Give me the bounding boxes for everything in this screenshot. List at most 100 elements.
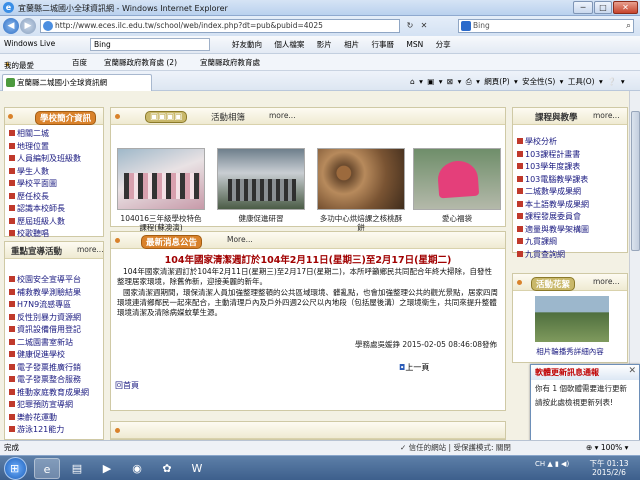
- list-item[interactable]: 地理位置: [9, 141, 81, 154]
- more-link[interactable]: More...: [227, 235, 253, 244]
- list-item[interactable]: 人員編制及班級數: [9, 153, 81, 166]
- promotion-list: 校園安全宣導平台 補救教學測驗結果 H7N9流感專區 反性別暴力資源網 資訊設備借用登記…: [9, 274, 89, 437]
- more-link[interactable]: more...: [77, 245, 104, 254]
- list-item-label: 認識本校師長: [17, 204, 65, 213]
- forward-button[interactable]: ▶: [20, 18, 36, 34]
- list-item[interactable]: 資訊設備借用登記: [9, 324, 89, 337]
- list-item[interactable]: H7N9流感專區: [9, 299, 89, 312]
- gallery-item[interactable]: 健康促進研習: [217, 148, 305, 223]
- url-input[interactable]: http://www.eces.ilc.edu.tw/school/web/in…: [40, 19, 400, 33]
- prev-page-link[interactable]: ◘上一頁: [399, 362, 429, 373]
- gallery-item[interactable]: 愛心福袋: [413, 148, 501, 223]
- list-item[interactable]: 樂齡花運動: [9, 412, 89, 425]
- security-zone[interactable]: ✓ 信任的網站 | 受保護模式: 關閉: [400, 441, 511, 454]
- more-link[interactable]: more...: [593, 277, 620, 286]
- zoom-control[interactable]: ⊕ ▾ 100% ▾: [586, 441, 628, 454]
- gallery-item[interactable]: 104016三年級學校特色課程(蘇澳演): [117, 148, 205, 232]
- list-item[interactable]: 推動家庭教育成果網: [9, 387, 89, 400]
- windows-live-brand[interactable]: Windows Live: [4, 39, 55, 48]
- activity-caption[interactable]: 相片輪播秀詳細內容: [513, 346, 627, 357]
- list-item[interactable]: 二城數學成果網: [517, 186, 589, 199]
- stop-icon[interactable]: ✕: [418, 20, 430, 32]
- gallery-item[interactable]: 多功中心烘焙課之核桃酥餅: [317, 148, 405, 232]
- list-item[interactable]: 電子發票整合服務: [9, 374, 89, 387]
- list-item[interactable]: 課程發展委員會: [517, 211, 589, 224]
- taskbar-app-icon[interactable]: ✿: [154, 458, 180, 479]
- list-item[interactable]: 二城園書室新站: [9, 337, 89, 350]
- gallery-caption: 健康促進研習: [238, 214, 284, 223]
- bullet-icon: [9, 230, 15, 236]
- start-button[interactable]: ⊞: [4, 457, 27, 480]
- more-link[interactable]: more...: [593, 111, 620, 120]
- news-tab[interactable]: 最新消息公告: [141, 235, 203, 249]
- back-button[interactable]: ◀: [3, 18, 19, 34]
- notification-close-icon[interactable]: ✕: [628, 366, 636, 376]
- list-item[interactable]: 學校平面圖: [9, 178, 81, 191]
- clock[interactable]: 下午 01:13 2015/2/6: [586, 459, 632, 477]
- list-item[interactable]: 本土語教學成果網: [517, 199, 589, 212]
- refresh-icon[interactable]: ↻: [404, 20, 416, 32]
- bullet-icon: [9, 338, 15, 345]
- activity-photo[interactable]: [535, 296, 609, 342]
- notification-link[interactable]: 請按此處檢視更新列表!: [531, 394, 639, 408]
- list-item[interactable]: 反性別暴力資源網: [9, 312, 89, 325]
- live-menu[interactable]: 好友動向 個人檔案 影片 相片 行事曆 MSN 分享: [232, 39, 451, 50]
- list-item[interactable]: 相關二城: [9, 128, 81, 141]
- fav-baidu[interactable]: 百度: [72, 57, 87, 68]
- list-item[interactable]: 游泳121能力: [9, 424, 89, 437]
- list-item-label: 九貫查詢網: [525, 249, 565, 259]
- list-item-label: 健康促進學校: [17, 350, 65, 359]
- news-paragraph: 104年國家清潔週訂於104年2月11日(星期三)至2月17日(星期二)，本所呼…: [117, 267, 492, 286]
- list-item-label: 適量與教學架構圖: [525, 224, 589, 234]
- tab-current[interactable]: 宜蘭縣二城國小全球資訊網: [2, 74, 152, 91]
- bullet-icon: [9, 388, 15, 395]
- list-item[interactable]: 健康促進學校: [9, 349, 89, 362]
- taskbar-ie-icon[interactable]: e: [34, 458, 60, 479]
- list-item[interactable]: 補救教學測驗結果: [9, 287, 89, 300]
- list-item-label: 反性別暴力資源網: [17, 312, 81, 322]
- status-bar: 完成 ✓ 信任的網站 | 受保護模式: 關閉 ⊕ ▾ 100% ▾: [0, 440, 640, 455]
- list-item[interactable]: 校園安全宣導平台: [9, 274, 89, 287]
- search-icon[interactable]: ⌕: [626, 20, 631, 32]
- list-item-label: 電子發票整合服務: [17, 375, 81, 384]
- taskbar-word-icon[interactable]: W: [184, 458, 210, 479]
- fav-link-2[interactable]: 宜蘭縣政府教育處: [200, 57, 260, 68]
- list-item[interactable]: 適量與教學架構圖: [517, 224, 589, 237]
- list-item[interactable]: 103學年度課表: [517, 161, 589, 174]
- update-notification[interactable]: 軟體更新訊息通報 ✕ 你有 1 個軟體需要進行更新 請按此處檢視更新列表!: [530, 364, 640, 442]
- list-item[interactable]: 學生人數: [9, 166, 81, 179]
- bullet-icon: [9, 192, 15, 199]
- close-button[interactable]: ✕: [613, 1, 638, 14]
- list-item[interactable]: 九貫查詢網: [517, 249, 589, 262]
- taskbar-media-icon[interactable]: ▶: [94, 458, 120, 479]
- windows-live-toolbar: Windows Live Bing 好友動向 個人檔案 影片 相片 行事曆 MS…: [0, 36, 640, 54]
- minimize-button[interactable]: ─: [573, 1, 593, 14]
- maximize-button[interactable]: □: [594, 1, 612, 14]
- taskbar-explorer-icon[interactable]: ▤: [64, 458, 90, 479]
- list-item[interactable]: 103課程計畫書: [517, 149, 589, 162]
- taskbar-chrome-icon[interactable]: ◉: [124, 458, 150, 479]
- list-item[interactable]: 九貫課綱: [517, 236, 589, 249]
- gallery-photo: [413, 148, 501, 210]
- list-item[interactable]: 歷任校長: [9, 191, 81, 204]
- more-link[interactable]: more...: [269, 111, 296, 120]
- live-search-input[interactable]: Bing: [90, 38, 210, 51]
- list-item[interactable]: 學校分析: [517, 136, 589, 149]
- search-input[interactable]: Bing ⌕: [458, 19, 634, 33]
- fav-link-1[interactable]: 宜蘭縣政府教育處 (2): [104, 57, 177, 68]
- list-item[interactable]: 認識本校師長: [9, 203, 81, 216]
- list-item[interactable]: 歷屆班級人數: [9, 216, 81, 229]
- bullet-icon: [9, 326, 15, 332]
- list-item-label: 課程發展委員會: [525, 212, 581, 221]
- bullet-icon: [9, 155, 15, 161]
- list-item[interactable]: 犯罪預防宣導網: [9, 399, 89, 412]
- bullet-icon: [9, 167, 15, 174]
- scrollbar-thumb[interactable]: [631, 111, 640, 251]
- list-item[interactable]: 103電腦教學課表: [517, 174, 589, 187]
- list-item[interactable]: 電子發票推廣行銷: [9, 362, 89, 375]
- command-bar[interactable]: ⌂ ▾ ▣ ▾ ⊠ ▾ ⎙ ▾ 網頁(P) ▾ 安全性(S) ▾ 工具(O) ▾…: [410, 76, 625, 87]
- home-link[interactable]: 回首頁: [115, 380, 139, 391]
- bullet-icon: [517, 188, 523, 194]
- system-tray[interactable]: CH ▲ ▮ ◀): [535, 460, 569, 468]
- list-item[interactable]: 校歌聽唱: [9, 228, 81, 241]
